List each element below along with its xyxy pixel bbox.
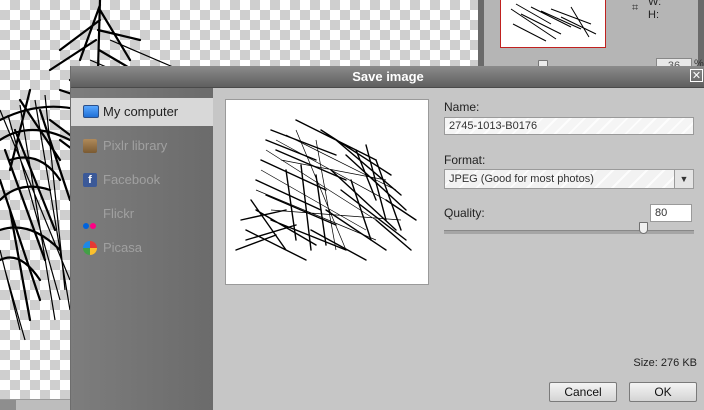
- sidebar-item-facebook[interactable]: f Facebook: [71, 166, 213, 194]
- cancel-button[interactable]: Cancel: [549, 382, 617, 402]
- quality-slider-knob[interactable]: [639, 222, 648, 234]
- sidebar-item-pixlr-library[interactable]: Pixlr library: [71, 132, 213, 160]
- preview-artwork: [235, 119, 417, 261]
- height-label: H:: [648, 9, 659, 21]
- image-preview: [225, 99, 429, 285]
- dialog-title: Save image: [352, 69, 424, 84]
- file-size-text: Size: 276 KB: [633, 357, 697, 369]
- format-select[interactable]: JPEG (Good for most photos) ▼: [444, 169, 694, 189]
- save-location-sidebar: My computer Pixlr library f Facebook Fli…: [71, 88, 213, 410]
- quality-slider[interactable]: [444, 230, 694, 234]
- sidebar-item-label: My computer: [103, 104, 179, 119]
- format-label: Format:: [444, 153, 486, 167]
- navigator-thumbnail[interactable]: [500, 0, 606, 48]
- sidebar-item-label: Picasa: [103, 240, 143, 255]
- dimension-labels: W: H:: [630, 0, 661, 22]
- facebook-icon: f: [83, 173, 97, 187]
- width-label: W:: [648, 0, 662, 8]
- library-box-icon: [83, 139, 97, 153]
- quality-label: Quality:: [444, 206, 485, 220]
- quality-input[interactable]: 80: [650, 204, 692, 222]
- close-button[interactable]: ✕: [690, 69, 703, 82]
- sidebar-item-label: Pixlr library: [103, 138, 168, 153]
- sidebar-item-label: Facebook: [103, 172, 161, 187]
- dialog-titlebar[interactable]: Save image ✕: [71, 66, 704, 88]
- monitor-icon: [83, 105, 99, 118]
- close-icon: ✕: [691, 70, 702, 82]
- chevron-down-icon[interactable]: ▼: [674, 170, 693, 188]
- save-image-dialog: Save image ✕ My computer Pixlr library f…: [70, 66, 704, 410]
- sidebar-item-picasa[interactable]: Picasa: [71, 234, 213, 262]
- ok-button[interactable]: OK: [629, 382, 697, 402]
- sidebar-item-flickr[interactable]: Flickr: [71, 200, 213, 229]
- format-selected-value: JPEG (Good for most photos): [449, 173, 594, 185]
- name-label: Name:: [444, 100, 480, 114]
- navigator-thumbnail-art: [510, 3, 597, 42]
- sidebar-item-label: Flickr: [103, 206, 135, 221]
- picasa-icon: [83, 241, 97, 255]
- sidebar-item-my-computer[interactable]: My computer: [71, 98, 213, 126]
- name-field[interactable]: 2745-1013-B0176: [444, 117, 694, 135]
- scrollbar-thumb[interactable]: [0, 400, 16, 410]
